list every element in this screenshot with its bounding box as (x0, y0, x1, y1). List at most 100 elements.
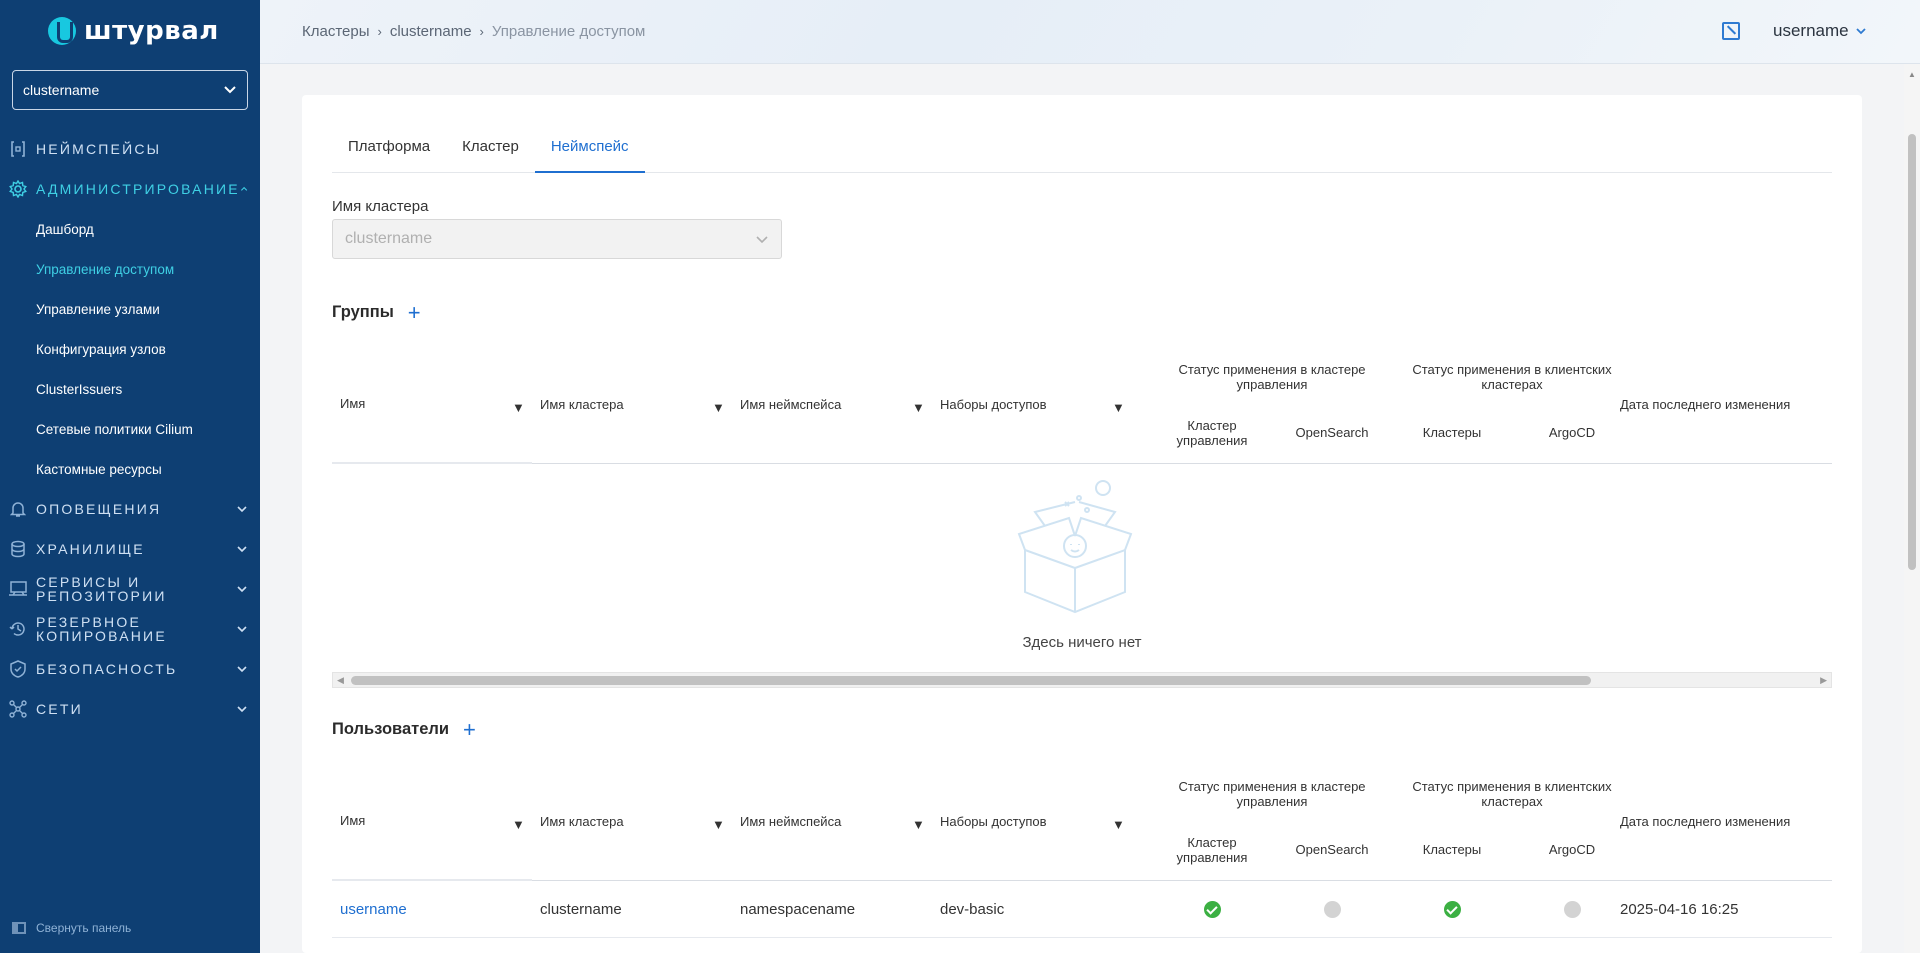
sidebar-subitem-custom-resources[interactable]: Кастомные ресурсы (0, 449, 260, 489)
cluster-select[interactable]: clustername (12, 70, 248, 110)
chevron-down-icon (237, 626, 247, 633)
breadcrumb-cluster[interactable]: clustername (390, 23, 472, 40)
top-header: Кластеры › clustername › Управление дост… (260, 0, 1920, 64)
sidebar-subitem-access-control[interactable]: Управление доступом (0, 249, 260, 289)
logo-text: штурвал (84, 16, 219, 46)
breadcrumb: Кластеры › clustername › Управление дост… (302, 23, 645, 40)
sidebar-subitem-clusterissuers[interactable]: ClusterIssuers (0, 369, 260, 409)
col-access-sets: Наборы доступов (940, 814, 1047, 829)
status-success-icon (1203, 900, 1221, 918)
breadcrumb-separator-icon: › (479, 24, 484, 39)
users-section-title: Пользователи + (332, 718, 476, 740)
sidebar-item-administration[interactable]: Администрирование (0, 169, 260, 209)
col-client-status: Статус применения в клиентских кластерах (1412, 362, 1612, 392)
sidebar: штурвал clustername Неймспейсы Администр… (0, 0, 260, 953)
chevron-down-icon (237, 546, 247, 553)
history-icon (8, 619, 28, 639)
scroll-left-icon[interactable]: ◀ (337, 675, 344, 686)
users-table: Имя ▼ Имя кластера ▼ Имя неймспейса ▼ На… (332, 767, 1832, 938)
mgmt-cluster-status-icon (1152, 881, 1272, 937)
bell-icon (8, 499, 28, 519)
status-inactive-icon (1563, 900, 1581, 918)
sidebar-item-storage[interactable]: Хранилище (0, 529, 260, 569)
groups-empty-state: Здесь ничего нет (332, 464, 1832, 672)
status-inactive-icon (1323, 900, 1341, 918)
sidebar-item-label: Оповещения (36, 501, 162, 517)
user-name-link[interactable]: username (340, 881, 407, 937)
cluster-name-value: clustername (345, 230, 433, 247)
chevron-up-icon (240, 186, 248, 191)
col-opensearch: OpenSearch (1295, 425, 1369, 440)
filter-icon[interactable]: ▼ (512, 817, 525, 832)
braces-icon (8, 139, 28, 159)
scroll-right-icon[interactable]: ▶ (1820, 675, 1827, 686)
col-argocd: ArgoCD (1548, 842, 1596, 857)
filter-icon[interactable]: ▼ (712, 817, 725, 832)
logo[interactable]: штурвал (48, 16, 219, 46)
username-label: username (1773, 21, 1849, 40)
cluster-name-select[interactable]: clustername (332, 219, 782, 259)
col-opensearch: OpenSearch (1295, 842, 1369, 857)
filter-icon[interactable]: ▼ (912, 400, 925, 415)
sidebar-item-backup[interactable]: Резервное копирование (0, 609, 260, 649)
scrollbar-thumb[interactable] (351, 676, 1591, 685)
groups-title: Группы (332, 303, 394, 321)
empty-box-icon (1017, 480, 1133, 614)
chevron-down-icon (237, 586, 247, 593)
cluster-name-label: Имя кластера (332, 198, 429, 215)
filter-icon[interactable]: ▼ (1112, 817, 1125, 832)
monitor-icon (8, 579, 28, 599)
sidebar-item-namespaces[interactable]: Неймспейсы (0, 129, 260, 169)
chevron-down-icon (237, 666, 247, 673)
logo-icon (48, 17, 76, 45)
tab-cluster[interactable]: Кластер (446, 133, 535, 173)
add-group-button[interactable]: + (408, 301, 421, 323)
open-external-icon[interactable] (1722, 22, 1740, 40)
scroll-up-icon[interactable]: ▲ (1908, 70, 1916, 79)
users-table-header: Имя ▼ Имя кластера ▼ Имя неймспейса ▼ На… (332, 767, 1832, 881)
users-title: Пользователи (332, 720, 450, 738)
collapse-panel-button[interactable]: Свернуть панель (12, 921, 131, 935)
shield-icon (8, 659, 28, 679)
user-menu[interactable]: username (1773, 21, 1867, 41)
sidebar-subitem-cilium-policies[interactable]: Сетевые политики Cilium (0, 409, 260, 449)
add-user-button[interactable]: + (463, 718, 476, 740)
filter-icon[interactable]: ▼ (712, 400, 725, 415)
col-access-sets: Наборы доступов (940, 397, 1047, 412)
col-mgmt-cluster: Кластер управления (1176, 835, 1248, 865)
sidebar-subitem-dashboard[interactable]: Дашборд (0, 209, 260, 249)
chevron-down-icon (224, 86, 236, 94)
col-clusters: Кластеры (1422, 425, 1482, 440)
sidebar-collapse-icon (12, 922, 26, 934)
page-vertical-scrollbar[interactable]: ▲ (1904, 64, 1920, 953)
breadcrumb-clusters[interactable]: Кластеры (302, 23, 370, 40)
col-namespace: Имя неймспейса (740, 814, 842, 829)
tab-platform[interactable]: Платформа (332, 133, 446, 173)
col-namespace: Имя неймспейса (740, 397, 842, 412)
filter-icon[interactable]: ▼ (512, 400, 525, 415)
clusters-status-icon (1392, 881, 1512, 937)
sidebar-item-label: Неймспейсы (36, 141, 162, 157)
sidebar-item-networks[interactable]: Сети (0, 689, 260, 729)
scrollbar-thumb[interactable] (1908, 134, 1916, 570)
col-last-modified: Дата последнего изменения (1620, 397, 1791, 412)
opensearch-status-icon (1272, 881, 1392, 937)
table-row[interactable]: username clustername namespacename dev-b… (332, 881, 1832, 938)
argocd-status-icon (1512, 881, 1632, 937)
sidebar-subitem-node-management[interactable]: Управление узлами (0, 289, 260, 329)
col-name: Имя (340, 396, 366, 411)
col-cluster: Имя кластера (540, 814, 624, 829)
filter-icon[interactable]: ▼ (1112, 400, 1125, 415)
groups-horizontal-scrollbar[interactable]: ◀ ▶ (332, 672, 1832, 688)
filter-icon[interactable]: ▼ (912, 817, 925, 832)
sidebar-item-alerts[interactable]: Оповещения (0, 489, 260, 529)
last-modified-cell: 2025-04-16 16:25 (1620, 900, 1739, 918)
chevron-down-icon (756, 236, 768, 244)
access-control-panel: Платформа Кластер Неймспейс Имя кластера… (302, 95, 1862, 953)
tab-namespace[interactable]: Неймспейс (534, 133, 645, 173)
sidebar-subitem-node-config[interactable]: Конфигурация узлов (0, 329, 260, 369)
status-success-icon (1443, 900, 1461, 918)
sidebar-item-services[interactable]: Сервисы и репозитории (0, 569, 260, 609)
sidebar-item-security[interactable]: Безопасность (0, 649, 260, 689)
cluster-select-value: clustername (23, 82, 100, 98)
